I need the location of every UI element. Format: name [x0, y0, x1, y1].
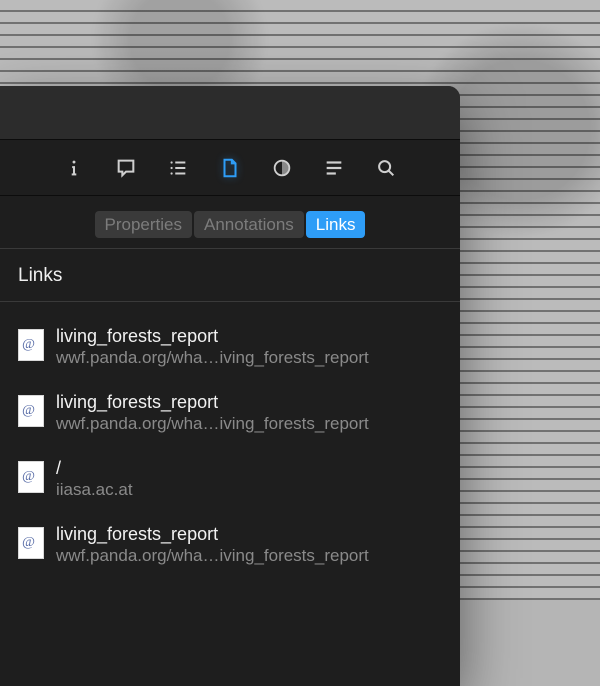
contrast-icon[interactable] [268, 154, 296, 182]
list-item-text: living_forests_report wwf.panda.org/wha…… [56, 326, 442, 368]
weblink-icon [18, 395, 44, 427]
search-icon[interactable] [372, 154, 400, 182]
list-item-text: / iiasa.ac.at [56, 458, 442, 500]
link-url: wwf.panda.org/wha…iving_forests_report [56, 546, 442, 566]
weblink-icon [18, 527, 44, 559]
link-title: living_forests_report [56, 524, 442, 546]
link-title: / [56, 458, 442, 480]
link-url: wwf.panda.org/wha…iving_forests_report [56, 348, 442, 368]
comment-icon[interactable] [112, 154, 140, 182]
weblink-icon [18, 461, 44, 493]
list-item[interactable]: living_forests_report wwf.panda.org/wha…… [14, 384, 446, 450]
link-title: living_forests_report [56, 326, 442, 348]
list-item[interactable]: / iiasa.ac.at [14, 450, 446, 516]
link-url: wwf.panda.org/wha…iving_forests_report [56, 414, 442, 434]
section-header-links: Links [0, 248, 460, 302]
tab-properties[interactable]: Properties [95, 211, 192, 238]
list-item[interactable]: living_forests_report wwf.panda.org/wha…… [14, 516, 446, 582]
toolbar [0, 140, 460, 196]
outline-icon[interactable] [164, 154, 192, 182]
list-item-text: living_forests_report wwf.panda.org/wha…… [56, 524, 442, 566]
inspector-panel: Properties Annotations Links Links livin… [0, 86, 460, 686]
text-lines-icon[interactable] [320, 154, 348, 182]
tab-segmented-control: Properties Annotations Links [0, 196, 460, 248]
list-item-text: living_forests_report wwf.panda.org/wha…… [56, 392, 442, 434]
info-icon[interactable] [60, 154, 88, 182]
link-title: living_forests_report [56, 392, 442, 414]
tab-annotations[interactable]: Annotations [194, 211, 304, 238]
page-icon[interactable] [216, 154, 244, 182]
link-url: iiasa.ac.at [56, 480, 442, 500]
window-titlebar[interactable] [0, 86, 460, 140]
weblink-icon [18, 329, 44, 361]
list-item[interactable]: living_forests_report wwf.panda.org/wha…… [14, 318, 446, 384]
links-list: living_forests_report wwf.panda.org/wha…… [0, 302, 460, 582]
tab-links[interactable]: Links [306, 211, 366, 238]
